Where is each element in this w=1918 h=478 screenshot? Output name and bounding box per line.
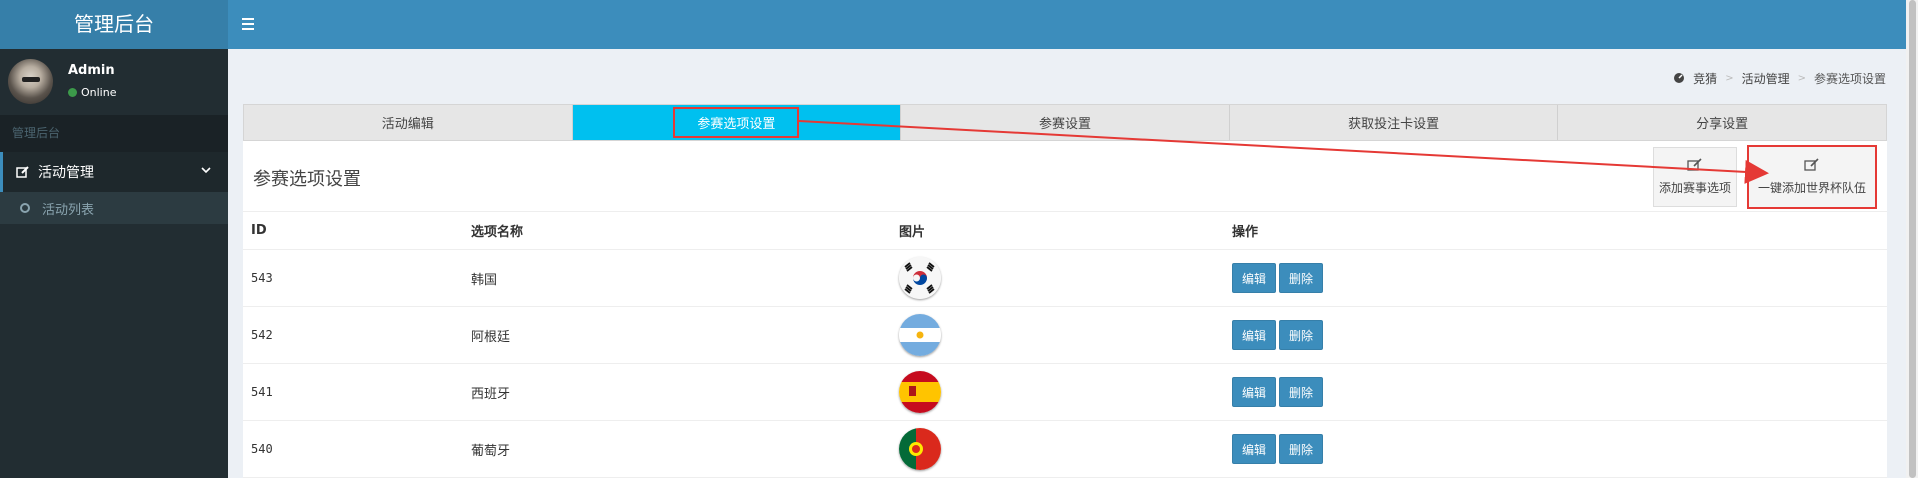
cell-actions: 编辑 删除 [1224,306,1887,364]
cell-actions: 编辑 删除 [1224,420,1887,478]
spain-flag-icon [899,371,941,413]
user-status-label: Online [81,86,117,99]
sidebar-subitem-activity-list[interactable]: 活动列表 [0,192,228,224]
tab-label: 活动编辑 [381,117,434,132]
add-worldcup-teams-button[interactable]: 一键添加世界杯队伍 [1747,145,1877,209]
options-box: 参赛选项设置 添加赛事选项 一键添加世界杯队伍 ID 选项名称 图片 操作 54… [243,141,1887,478]
user-name: Admin [68,63,115,78]
tab-label: 参赛设置 [1038,117,1091,132]
online-dot-icon [68,88,77,97]
col-header-id[interactable]: ID [243,211,463,250]
options-table: ID 选项名称 图片 操作 543 韩国 编辑 删除 542 阿根廷 编辑 删除… [243,211,1887,478]
cell-id: 540 [243,420,463,478]
tab-activity-edit[interactable]: 活动编辑 [244,105,573,140]
edit-button[interactable]: 编辑 [1232,434,1277,464]
cell-name: 葡萄牙 [463,420,891,478]
tab-option-settings[interactable]: 参赛选项设置 [572,105,902,140]
sidebar-item-label: 活动管理 [38,165,94,181]
south-korea-flag-icon [899,257,941,299]
add-worldcup-label: 一键添加世界杯队伍 [1757,181,1866,195]
tab-label: 获取投注卡设置 [1348,117,1440,132]
portugal-flag-icon [899,428,941,470]
box-tools: 添加赛事选项 一键添加世界杯队伍 [1653,145,1877,209]
user-panel: Admin Online [0,49,228,115]
cell-image [891,420,1224,478]
chevron-down-icon[interactable] [200,164,212,180]
cell-id: 543 [243,249,463,307]
tab-label: 分享设置 [1696,117,1749,132]
circle-icon [20,203,30,213]
table-row: 542 阿根廷 编辑 删除 [243,306,1887,364]
cell-name: 西班牙 [463,363,891,421]
tab-label: 参赛选项设置 [673,107,800,138]
table-row: 543 韩国 编辑 删除 [243,249,1887,307]
argentina-flag-icon [899,314,941,356]
tab-share-settings[interactable]: 分享设置 [1558,105,1886,140]
sidebar-subitem-label: 活动列表 [42,202,95,218]
cell-id: 541 [243,363,463,421]
delete-button[interactable]: 删除 [1279,320,1324,350]
col-header-name[interactable]: 选项名称 [463,211,891,250]
edit-button[interactable]: 编辑 [1232,263,1277,293]
delete-button[interactable]: 删除 [1279,434,1324,464]
cell-actions: 编辑 删除 [1224,363,1887,421]
cell-name: 韩国 [463,249,891,307]
cell-image [891,249,1224,307]
sidebar-item-activity-management[interactable]: 活动管理 [0,152,228,192]
breadcrumb: 竞猜 > 活动管理 > 参赛选项设置 [1673,70,1886,87]
delete-button[interactable]: 删除 [1279,263,1324,293]
scrollbar-thumb[interactable] [1909,0,1916,478]
add-option-label: 添加赛事选项 [1658,181,1731,195]
sidebar-header: 管理后台 [0,115,228,152]
edit-icon [16,165,30,179]
user-status: Online [68,86,116,99]
page-scrollbar[interactable] [1906,0,1918,478]
sidebar-toggle-icon[interactable] [242,14,262,34]
breadcrumb-level1[interactable]: 活动管理 [1742,70,1790,87]
col-header-image[interactable]: 图片 [891,211,1224,250]
edit-button[interactable]: 编辑 [1232,377,1277,407]
cell-id: 542 [243,306,463,364]
delete-button[interactable]: 删除 [1279,377,1324,407]
breadcrumb-home[interactable]: 竞猜 [1693,70,1717,87]
edit-icon [1804,158,1820,175]
tab-bar: 活动编辑 参赛选项设置 参赛设置 获取投注卡设置 分享设置 [243,104,1887,141]
cell-actions: 编辑 删除 [1224,249,1887,307]
top-navbar [228,0,1918,49]
box-title: 参赛选项设置 [253,169,361,190]
add-option-button[interactable]: 添加赛事选项 [1653,147,1737,207]
table-row: 541 西班牙 编辑 删除 [243,363,1887,421]
breadcrumb-current: 参赛选项设置 [1813,72,1886,86]
edit-button[interactable]: 编辑 [1232,320,1277,350]
cell-image [891,306,1224,364]
table-header-row: ID 选项名称 图片 操作 [243,211,1887,250]
avatar [8,59,53,104]
tab-betting-card-settings[interactable]: 获取投注卡设置 [1229,105,1559,140]
tab-competition-settings[interactable]: 参赛设置 [901,105,1230,140]
cell-image [891,363,1224,421]
edit-icon [1687,158,1703,175]
col-header-action[interactable]: 操作 [1224,211,1887,250]
breadcrumb-separator: > [1797,73,1806,84]
table-row: 540 葡萄牙 编辑 删除 [243,420,1887,478]
sidebar: 管理后台 Admin Online 管理后台 活动管理 活动列表 [0,0,228,478]
breadcrumb-separator: > [1725,73,1734,84]
dashboard-icon [1673,71,1685,86]
app-logo[interactable]: 管理后台 [0,0,228,49]
cell-name: 阿根廷 [463,306,891,364]
